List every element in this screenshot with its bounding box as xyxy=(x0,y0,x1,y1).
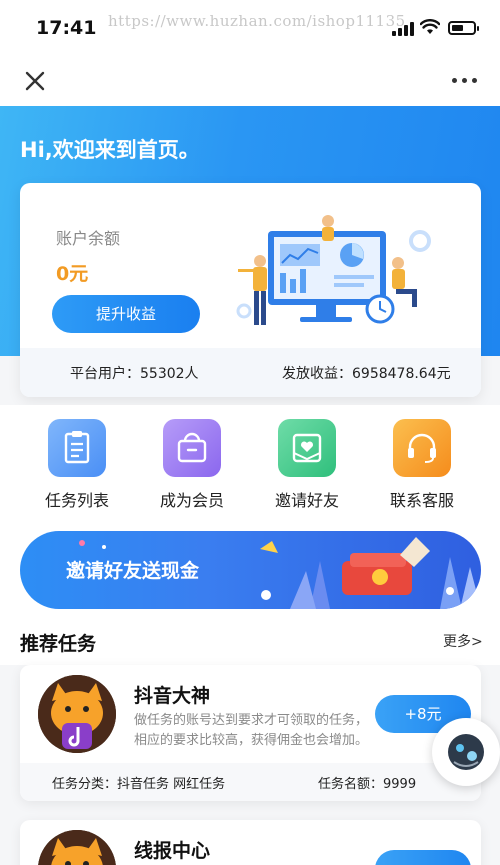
menu-item-customer-service[interactable]: 联系客服 xyxy=(372,419,472,511)
invite-heart-icon xyxy=(278,419,336,477)
menu-item-membership[interactable]: 成为会员 xyxy=(142,419,242,511)
floating-service-button[interactable] xyxy=(432,718,500,786)
platform-users-text: 平台用户：55302人 xyxy=(70,366,199,382)
task-meta: 任务分类：抖音任务 网红任务 任务名额：9999 xyxy=(20,763,481,801)
more-link[interactable]: 更多> xyxy=(443,631,483,651)
stats-bar: 平台用户：55302人 发放收益：6958478.64元 xyxy=(20,348,481,397)
wifi-icon xyxy=(420,19,440,34)
task-category: 任务分类：抖音任务 网红任务 xyxy=(52,777,226,792)
quick-menu: 任务列表 成为会员 邀请好友 联系客服 xyxy=(0,405,500,515)
section-title: 推荐任务 xyxy=(20,633,97,655)
task-avatar xyxy=(38,830,116,865)
more-dots-icon[interactable] xyxy=(452,78,480,86)
task-card[interactable]: 线报中心 xyxy=(20,820,481,865)
battery-icon xyxy=(448,21,479,35)
menu-item-label: 成为会员 xyxy=(159,491,224,510)
menu-item-label: 联系客服 xyxy=(389,491,454,510)
banner-text: 邀请好友送现金 xyxy=(66,560,200,582)
headset-icon xyxy=(393,419,451,477)
task-reward-button[interactable] xyxy=(375,850,471,865)
top-nav-bar xyxy=(0,58,500,106)
recommend-section-header: 推荐任务 更多> xyxy=(0,625,500,665)
banner-section: 邀请好友送现金 xyxy=(0,515,500,625)
task-name: 线报中心 xyxy=(134,840,211,862)
menu-item-task-list[interactable]: 任务列表 xyxy=(27,419,127,511)
watermark-text: https://www.huzhan.com/ishop11135 xyxy=(108,12,406,30)
balance-label: 账户余额 xyxy=(56,229,121,248)
upgrade-income-button[interactable]: 提升收益 xyxy=(52,295,200,333)
menu-item-invite-friends[interactable]: 邀请好友 xyxy=(257,419,357,511)
cellular-signal-icon xyxy=(392,22,414,36)
chat-bot-icon xyxy=(448,734,484,770)
dashboard-illustration xyxy=(236,215,431,325)
task-quota: 任务名额：9999 xyxy=(318,777,417,792)
welcome-text: Hi,欢迎来到首页。 xyxy=(20,138,200,162)
paid-income-text: 发放收益：6958478.64元 xyxy=(282,366,451,382)
status-bar: 17:41 https://www.huzhan.com/ishop11135 xyxy=(0,0,500,58)
close-icon[interactable] xyxy=(22,68,48,94)
task-description: 做任务的账号达到要求才可领取的任务，相应的要求比较高，获得佣金也会增加。 xyxy=(134,713,369,748)
menu-item-label: 邀请好友 xyxy=(274,491,339,510)
balance-value: 0元 xyxy=(56,263,89,285)
task-name: 抖音大神 xyxy=(134,685,211,707)
task-card[interactable]: 抖音大神 做任务的账号达到要求才可领取的任务，相应的要求比较高，获得佣金也会增加… xyxy=(20,665,481,801)
account-card: 账户余额 0元 提升收益 平台用户：55302人 发放收益：6958478.64… xyxy=(20,183,481,397)
task-list: 抖音大神 做任务的账号达到要求才可领取的任务，相应的要求比较高，获得佣金也会增加… xyxy=(0,665,500,865)
task-avatar xyxy=(38,675,116,753)
invite-cash-banner[interactable]: 邀请好友送现金 xyxy=(20,531,481,609)
home-page: 17:41 https://www.huzhan.com/ishop11135 … xyxy=(0,0,500,865)
bag-icon xyxy=(163,419,221,477)
clipboard-icon xyxy=(48,419,106,477)
menu-item-label: 任务列表 xyxy=(44,491,109,510)
status-time: 17:41 xyxy=(36,17,97,39)
